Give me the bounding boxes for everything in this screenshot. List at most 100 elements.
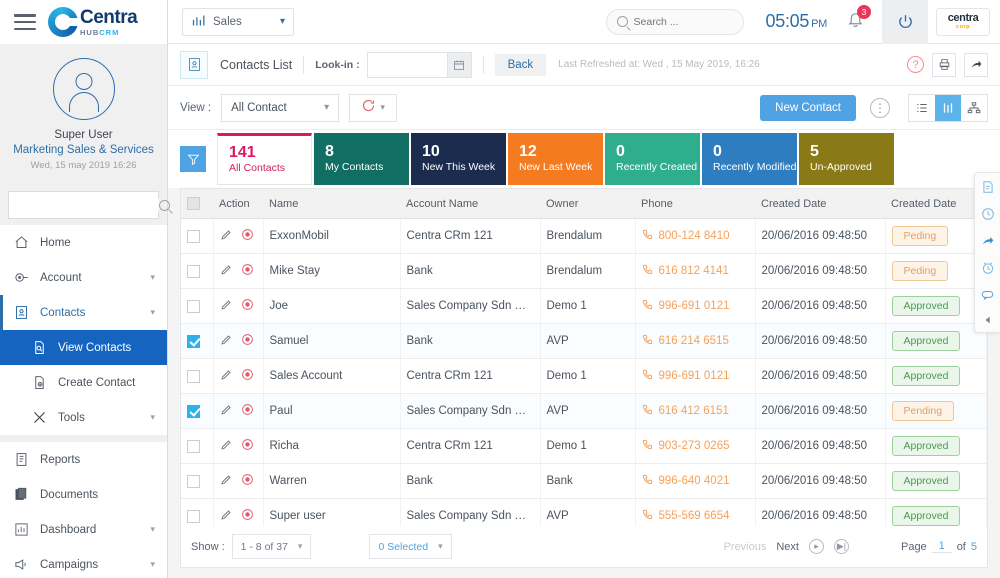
share-button[interactable] — [964, 52, 988, 77]
delete-icon[interactable] — [241, 368, 254, 384]
share-icon[interactable] — [981, 234, 995, 248]
sidebar-item-home[interactable]: Home — [0, 225, 167, 260]
row-checkbox[interactable] — [187, 229, 200, 243]
edit-icon[interactable] — [220, 509, 232, 524]
edit-icon[interactable] — [220, 439, 232, 454]
edit-icon[interactable] — [220, 334, 232, 349]
kpi-tile-all-contacts[interactable]: 141 All Contacts — [217, 133, 312, 185]
row-checkbox[interactable] — [187, 264, 200, 278]
row-select-cell — [181, 393, 214, 429]
app-logo[interactable]: Centra HUBCRM — [48, 7, 138, 37]
sidebar-item-view-contacts[interactable]: View Contacts — [0, 330, 167, 365]
kpi-tile-new-last-week[interactable]: 12 New Last Week — [508, 133, 603, 185]
phone-number: 996-691 0121 — [658, 370, 730, 382]
table-row[interactable]: Sales Account Centra CRm 121 Demo 1 996-691… — [181, 358, 987, 394]
table-row[interactable]: ExxonMobil Centra CRm 121 Brendalum 800-124… — [181, 218, 987, 254]
sidebar-item-tools[interactable]: Tools ▾ — [0, 400, 167, 435]
chat-icon[interactable] — [980, 288, 995, 302]
hierarchy-view-icon[interactable] — [961, 95, 987, 121]
kpi-tile-recently-modified[interactable]: 0 Recently Modified — [702, 133, 797, 185]
calendar-icon[interactable] — [446, 52, 471, 77]
table-row[interactable]: Richa Centra CRm 121 Demo 1 903-273 0265 20/… — [181, 428, 987, 464]
sidebar-item-campaigns[interactable]: Campaigns ▾ — [0, 547, 167, 578]
sidebar-search[interactable] — [8, 191, 170, 219]
selected-count-selector[interactable]: 0 Selected ▾ — [369, 534, 452, 559]
refresh-selector[interactable]: ▾ — [349, 93, 398, 122]
hamburger-menu-icon[interactable] — [14, 14, 36, 30]
kpi-tile-recently-created[interactable]: 0 Recently Created — [605, 133, 700, 185]
list-view-icon[interactable] — [909, 95, 935, 121]
sidebar-item-dashboard[interactable]: Dashboard ▾ — [0, 512, 167, 547]
delete-icon[interactable] — [241, 228, 254, 244]
table-row[interactable]: Mike Stay Bank Brendalum 616 812 4141 20/06/… — [181, 253, 987, 289]
print-button[interactable] — [932, 52, 956, 77]
edit-icon[interactable] — [220, 264, 232, 279]
notifications-button[interactable]: 3 — [847, 4, 871, 33]
notes-icon[interactable] — [981, 180, 995, 194]
table-row[interactable]: Samuel Bank AVP 616 214 6515 20/06/2016 09:4… — [181, 323, 987, 359]
table-row[interactable]: Warren Bank Bank 996-640 4021 20/06/2016 09:… — [181, 463, 987, 499]
help-icon[interactable]: ? — [907, 56, 924, 73]
sidebar-divider — [0, 435, 167, 442]
kpi-tile-my-contacts[interactable]: 8 My Contacts — [314, 133, 409, 185]
row-owner-cell: Brendalum — [540, 253, 636, 289]
reminder-alarm-icon[interactable] — [981, 261, 995, 275]
search-input[interactable] — [633, 15, 769, 28]
phone-icon — [642, 404, 653, 418]
page-number-input[interactable]: 1 — [931, 540, 952, 553]
select-all-checkbox[interactable] — [187, 197, 200, 210]
delete-icon[interactable] — [241, 508, 254, 524]
global-search[interactable] — [605, 8, 769, 35]
row-name-cell: Joe — [263, 288, 401, 324]
module-selector[interactable]: Sales ▾ — [182, 7, 294, 36]
kpi-tile-un-approved[interactable]: 5 Un-Approved — [799, 133, 894, 185]
edit-icon[interactable] — [220, 369, 232, 384]
show-range-selector[interactable]: 1 - 8 of 37 ▾ — [231, 534, 312, 559]
kpi-label: New Last Week — [519, 161, 593, 174]
lookin-date-input[interactable] — [367, 52, 447, 77]
edit-icon[interactable] — [220, 299, 232, 314]
table-row[interactable]: Paul Sales Company Sdn Bhd AVP 616 412 6151… — [181, 393, 987, 429]
next-page-icon[interactable]: ▸ — [808, 539, 824, 554]
row-checkbox[interactable] — [187, 404, 200, 418]
delete-icon[interactable] — [241, 263, 254, 279]
back-button[interactable]: Back — [494, 53, 547, 76]
row-checkbox[interactable] — [187, 334, 200, 348]
previous-page-button[interactable]: Previous — [724, 541, 767, 553]
kpi-tile-new-this-week[interactable]: 10 New This Week — [411, 133, 506, 185]
sidebar-item-account[interactable]: Account ▾ — [0, 260, 167, 295]
more-options-icon[interactable]: ⋮ — [870, 97, 890, 118]
sidebar-item-contacts[interactable]: Contacts ▾ — [0, 295, 167, 330]
delete-icon[interactable] — [241, 438, 254, 454]
edit-icon[interactable] — [220, 474, 232, 489]
sidebar-search-input[interactable] — [17, 199, 159, 211]
phone-number: 555-569 6654 — [658, 510, 730, 522]
row-checkbox[interactable] — [187, 299, 200, 313]
row-checkbox[interactable] — [187, 369, 200, 383]
sidebar-item-create-contact[interactable]: Create Contact — [0, 365, 167, 400]
edit-icon[interactable] — [220, 404, 232, 419]
kanban-view-icon[interactable] — [935, 94, 961, 121]
edit-icon[interactable] — [220, 229, 232, 244]
row-checkbox[interactable] — [187, 439, 200, 453]
delete-icon[interactable] — [241, 298, 254, 314]
new-contact-button[interactable]: New Contact — [760, 94, 856, 121]
delete-icon[interactable] — [241, 473, 254, 489]
view-contacts-icon — [30, 340, 49, 355]
row-checkbox[interactable] — [187, 474, 200, 488]
delete-icon[interactable] — [241, 333, 254, 349]
table-row[interactable]: Joe Sales Company Sdn Bhd Demo 1 996-691 01… — [181, 288, 987, 324]
lookin-date-field[interactable] — [366, 51, 472, 78]
next-page-button[interactable]: Next — [776, 541, 799, 553]
row-checkbox[interactable] — [187, 509, 200, 523]
sidebar-item-documents[interactable]: Documents — [0, 477, 167, 512]
view-selector[interactable]: All Contact ▾ — [221, 93, 340, 122]
delete-icon[interactable] — [241, 403, 254, 419]
history-clock-icon[interactable] — [981, 207, 995, 221]
last-page-icon[interactable]: ▶| — [833, 539, 849, 554]
power-button[interactable] — [882, 0, 928, 44]
filter-funnel-icon[interactable] — [180, 146, 206, 172]
sidebar-item-reports[interactable]: Reports — [0, 442, 167, 477]
collapse-chevron-icon[interactable] — [983, 315, 993, 325]
row-status-cell: Approved — [885, 463, 987, 499]
